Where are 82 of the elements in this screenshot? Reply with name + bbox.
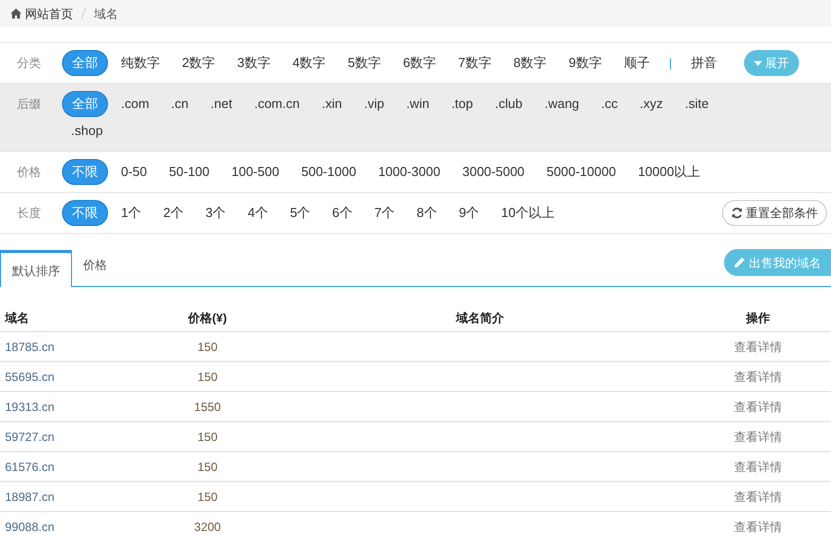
filter-option[interactable]: 1个 xyxy=(112,200,150,226)
caret-icon xyxy=(754,60,762,66)
view-details-link[interactable]: 查看详情 xyxy=(734,488,782,506)
domain-cell-text: 59727.cn xyxy=(4,428,56,446)
view-details-link[interactable]: 查看详情 xyxy=(734,518,782,536)
filter-option[interactable]: .com.cn xyxy=(245,91,309,117)
domain-cell-text: 19313.cn xyxy=(4,398,56,416)
filter-option[interactable]: 6个 xyxy=(323,200,362,226)
filter-option[interactable]: .shop xyxy=(62,118,112,144)
view-details-link[interactable]: 查看详情 xyxy=(734,338,782,356)
domain-cell-text: 18987.cn xyxy=(4,488,56,506)
price-cell-text: 150 xyxy=(196,458,219,476)
filter-option[interactable]: 8数字 xyxy=(504,50,556,76)
home-icon xyxy=(10,8,22,19)
filter-option[interactable]: 2数字 xyxy=(173,50,224,76)
filter-option[interactable]: .vip xyxy=(354,91,394,117)
price-cell-text: 150 xyxy=(196,368,219,386)
filter-option[interactable]: 10000以上 xyxy=(628,159,710,185)
filter-option[interactable]: 5个 xyxy=(280,200,320,226)
domain-cell-text: 99088.cn xyxy=(4,518,56,536)
filter-option[interactable]: 顺子 xyxy=(614,50,659,76)
domain-cell-text: 18785.cn xyxy=(4,338,56,356)
column-header: 操作 xyxy=(744,310,771,327)
filter-option[interactable]: 6数字 xyxy=(394,50,446,76)
pencil-icon xyxy=(734,257,745,268)
filter-option[interactable]: 100-500 xyxy=(222,159,288,185)
filter-option[interactable]: .win xyxy=(397,91,438,117)
column-header: 域名 xyxy=(4,310,30,327)
filter-option[interactable]: 3000-5000 xyxy=(453,159,534,185)
filter-label: 后缀 xyxy=(16,96,42,113)
filter-option[interactable]: 3个 xyxy=(196,200,235,226)
filter-option[interactable]: .wang xyxy=(535,91,588,117)
filter-option[interactable]: .xyz xyxy=(630,91,672,117)
price-cell-text: 150 xyxy=(196,428,219,446)
domain-cell-text: 55695.cn xyxy=(4,368,56,386)
filter-option[interactable]: 7数字 xyxy=(449,50,500,76)
view-details-link[interactable]: 查看详情 xyxy=(734,428,782,446)
price-cell-text: 1550 xyxy=(193,398,222,416)
price-cell-text: 150 xyxy=(196,338,219,356)
filter-option[interactable]: 9数字 xyxy=(560,50,611,76)
separator: | xyxy=(668,55,673,72)
sort-tab[interactable]: 价格 xyxy=(72,249,118,286)
column-header: 域名简介 xyxy=(454,310,505,327)
view-details-link[interactable]: 查看详情 xyxy=(734,458,782,476)
filter-option[interactable]: 50-100 xyxy=(160,159,219,185)
filter-label: 价格 xyxy=(16,164,42,181)
filter-option[interactable]: .site xyxy=(676,91,718,117)
filter-label: 分类 xyxy=(16,55,42,72)
filter-option[interactable]: .com xyxy=(112,91,158,117)
filter-option[interactable]: 10个以上 xyxy=(492,200,564,226)
filter-option[interactable]: .xin xyxy=(312,91,351,117)
home-link[interactable]: 网站首页 xyxy=(10,4,73,22)
filter-option[interactable]: 1000-3000 xyxy=(369,159,450,185)
view-details-link[interactable]: 查看详情 xyxy=(734,368,782,386)
filter-option[interactable]: 3数字 xyxy=(228,50,280,76)
filter-option[interactable]: 5数字 xyxy=(338,50,390,76)
filter-option[interactable]: 500-1000 xyxy=(292,159,366,185)
filter-option[interactable]: .cn xyxy=(162,91,198,117)
sort-tab[interactable]: 默认排序 xyxy=(0,250,72,287)
filter-label: 长度 xyxy=(16,205,42,222)
filter-option[interactable]: 拼音 xyxy=(682,50,726,76)
filter-option[interactable]: 纯数字 xyxy=(112,50,169,76)
filter-option[interactable]: 2个 xyxy=(154,200,192,226)
view-details-link[interactable]: 查看详情 xyxy=(734,398,782,416)
filter-option[interactable]: 0-50 xyxy=(112,159,156,185)
filter-option[interactable]: .top xyxy=(442,91,482,117)
filter-option[interactable]: 5000-10000 xyxy=(538,159,625,185)
filter-option[interactable]: 4个 xyxy=(238,200,277,226)
filter-option[interactable]: .net xyxy=(202,91,242,117)
price-cell-text: 3200 xyxy=(193,518,222,536)
column-header: 价格(¥) xyxy=(186,310,228,327)
breadcrumb-current: 域名 xyxy=(94,6,118,22)
refresh-icon xyxy=(731,207,743,219)
filter-option[interactable]: 8个 xyxy=(408,200,446,226)
filter-option[interactable]: 9个 xyxy=(450,200,488,226)
filter-option[interactable]: 7个 xyxy=(365,200,404,226)
price-cell-text: 150 xyxy=(196,488,219,506)
domain-cell-text: 61576.cn xyxy=(4,458,56,476)
filter-option[interactable]: 4数字 xyxy=(283,50,335,76)
filter-option[interactable]: .club xyxy=(486,91,532,117)
filter-option[interactable]: .cc xyxy=(592,91,627,117)
reset-filters-button[interactable]: 重置全部条件 xyxy=(722,200,827,226)
